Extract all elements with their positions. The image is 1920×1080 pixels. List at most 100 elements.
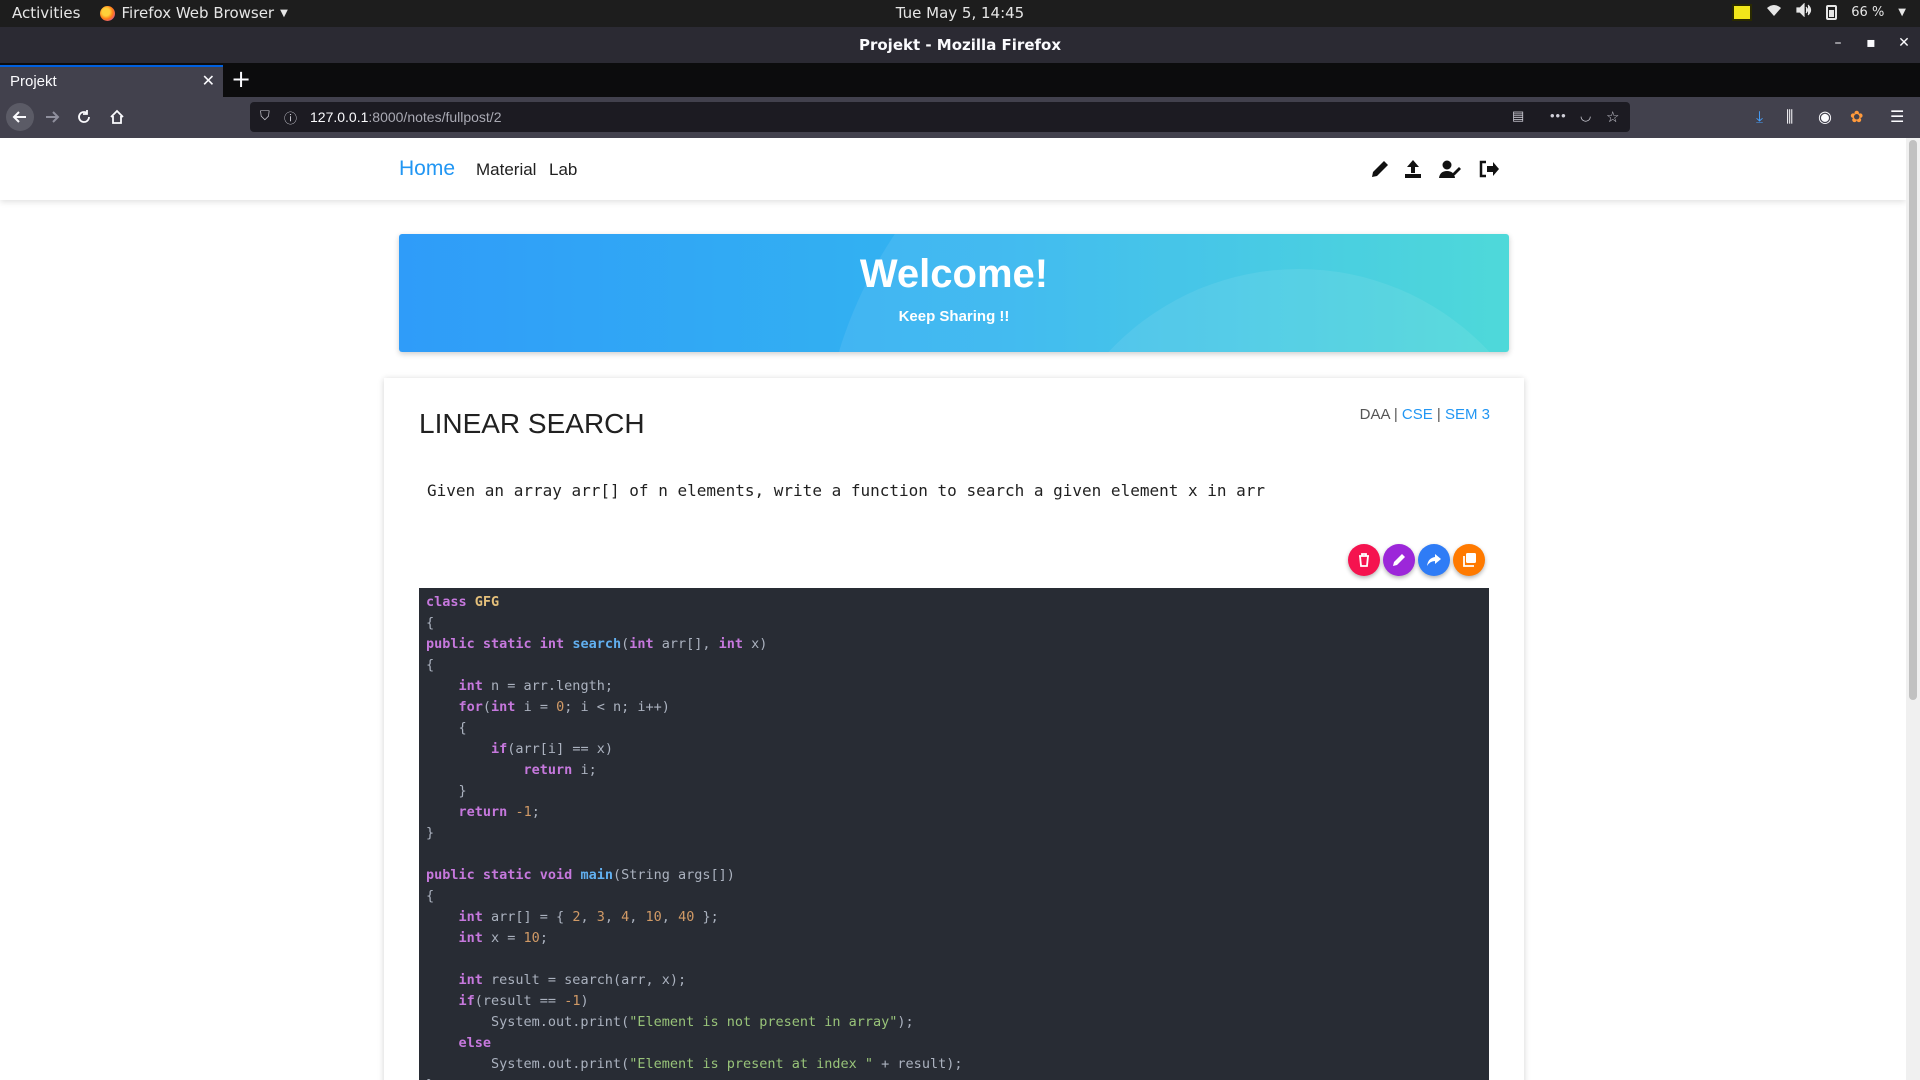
forward-button[interactable]: [38, 103, 66, 131]
back-arrow-icon: [12, 111, 26, 123]
home-button[interactable]: [103, 103, 131, 131]
chevron-down-icon[interactable]: ▼: [1898, 7, 1906, 18]
code-token: ): [580, 993, 589, 1009]
minimize-button[interactable]: –: [1827, 35, 1849, 55]
web-page: Home Material Lab Welcome! Keep Sharing …: [0, 138, 1906, 1080]
back-button[interactable]: [6, 103, 34, 131]
nav-lab-link[interactable]: Lab: [549, 160, 577, 180]
code-token: i =: [515, 699, 557, 715]
code-token: int: [458, 930, 483, 946]
share-button[interactable]: [1418, 544, 1450, 576]
code-token: {: [426, 657, 435, 673]
new-tab-button[interactable]: +: [231, 65, 251, 93]
maximize-button[interactable]: ▪: [1860, 35, 1882, 55]
post-meta: DAA | CSE | SEM 3: [1360, 406, 1490, 423]
copy-icon: [1463, 553, 1476, 567]
post-title: LINEAR SEARCH: [419, 408, 645, 439]
account-icon[interactable]: ◉: [1818, 107, 1832, 126]
copy-button[interactable]: [1453, 544, 1485, 576]
logout-icon[interactable]: [1478, 158, 1500, 180]
code-token: arr[] = {: [482, 909, 573, 925]
code-token: if: [491, 741, 508, 757]
extension-icon[interactable]: ✿: [1850, 107, 1863, 126]
app-menu[interactable]: Firefox Web Browser ▼: [100, 4, 288, 22]
pocket-icon[interactable]: ◡: [1580, 108, 1591, 124]
reload-icon: [78, 110, 90, 123]
downloads-icon[interactable]: ⤓: [1756, 107, 1763, 127]
code-line: {: [426, 718, 467, 739]
code-token: public static int: [426, 636, 565, 652]
trash-icon: [1359, 553, 1369, 567]
code-token: 40: [678, 909, 695, 925]
code-line: return i;: [426, 760, 597, 781]
page-scrollbar[interactable]: [1906, 138, 1920, 1080]
url-text[interactable]: 127.0.0.1:8000/notes/fullpost/2: [310, 109, 502, 125]
code-line: for(int i = 0; i < n; i++): [426, 697, 670, 718]
nav-material-link[interactable]: Material: [476, 160, 536, 180]
edit-button[interactable]: [1383, 544, 1415, 576]
code-line: System.out.print("Element is present at …: [426, 1054, 962, 1075]
code-token: else: [458, 1035, 492, 1051]
code-token: System.out.print(: [426, 1056, 630, 1072]
volume-icon[interactable]: [1796, 2, 1812, 21]
system-top-bar: Activities Firefox Web Browser ▼ Tue May…: [0, 0, 1920, 27]
close-window-button[interactable]: ✕: [1893, 35, 1915, 55]
battery-icon[interactable]: [1826, 4, 1838, 20]
code-token: ,: [629, 909, 646, 925]
close-tab-icon[interactable]: ✕: [202, 71, 215, 90]
banner-subtitle: Keep Sharing !!: [898, 308, 1010, 325]
window-titlebar: Projekt - Mozilla Firefox – ▪ ✕: [0, 27, 1920, 63]
banner-title: Welcome!: [859, 252, 1049, 296]
code-token: if: [458, 993, 475, 1009]
code-token: arr[],: [653, 636, 719, 652]
code-token: ,: [580, 909, 597, 925]
tab-projekt[interactable]: Projekt ✕: [0, 65, 223, 97]
bookmark-star-icon[interactable]: ☆: [1606, 108, 1619, 126]
url-bar[interactable]: ⛉ ⓘ 127.0.0.1:8000/notes/fullpost/2 ▤ ••…: [250, 102, 1630, 132]
code-token: int: [458, 909, 483, 925]
wifi-icon[interactable]: [1766, 3, 1782, 21]
code-line: if(result == -1): [426, 991, 589, 1012]
meta-separator: |: [1393, 406, 1398, 423]
url-path: :8000/notes/fullpost/2: [368, 109, 502, 125]
code-line: int result = search(arr, x);: [426, 970, 687, 991]
app-menu-label: Firefox Web Browser: [121, 4, 275, 22]
code-line: }: [426, 1075, 434, 1080]
shield-icon[interactable]: ⛉: [260, 108, 270, 124]
code-token: (arr[i] == x): [507, 741, 613, 757]
meta-separator: |: [1436, 406, 1441, 423]
activities-button[interactable]: Activities: [12, 4, 80, 22]
code-line: }: [426, 781, 467, 802]
code-token: for: [458, 699, 483, 715]
code-token: {: [426, 888, 435, 904]
pencil-icon[interactable]: [1369, 158, 1391, 180]
code-line: System.out.print("Element is not present…: [426, 1012, 914, 1033]
more-actions-icon[interactable]: •••: [1550, 108, 1567, 123]
library-icon[interactable]: ⫼: [1786, 107, 1793, 127]
code-token: int: [491, 699, 516, 715]
reload-button[interactable]: [70, 103, 98, 131]
delete-button[interactable]: [1348, 544, 1380, 576]
reader-view-icon[interactable]: ▤: [1512, 108, 1524, 124]
code-token: -1: [515, 804, 532, 820]
hamburger-menu-icon[interactable]: ☰: [1890, 107, 1904, 126]
clock[interactable]: Tue May 5, 14:45: [0, 4, 1920, 22]
semester-link[interactable]: SEM 3: [1445, 406, 1490, 423]
scrollbar-thumb[interactable]: [1909, 140, 1917, 700]
user-edit-icon[interactable]: [1439, 158, 1461, 180]
upload-icon[interactable]: [1402, 158, 1424, 180]
code-line: int n = arr.length;: [426, 676, 613, 697]
code-token: "Element is present at index ": [629, 1056, 874, 1072]
code-token: ; i < n; i++): [564, 699, 670, 715]
notes-icon[interactable]: [1732, 3, 1753, 21]
branch-link[interactable]: CSE: [1402, 406, 1433, 423]
code-token: {: [426, 615, 435, 631]
code-token: class: [426, 594, 467, 610]
code-token: 3: [596, 909, 605, 925]
nav-home-link[interactable]: Home: [399, 157, 455, 181]
info-icon[interactable]: ⓘ: [284, 108, 297, 127]
